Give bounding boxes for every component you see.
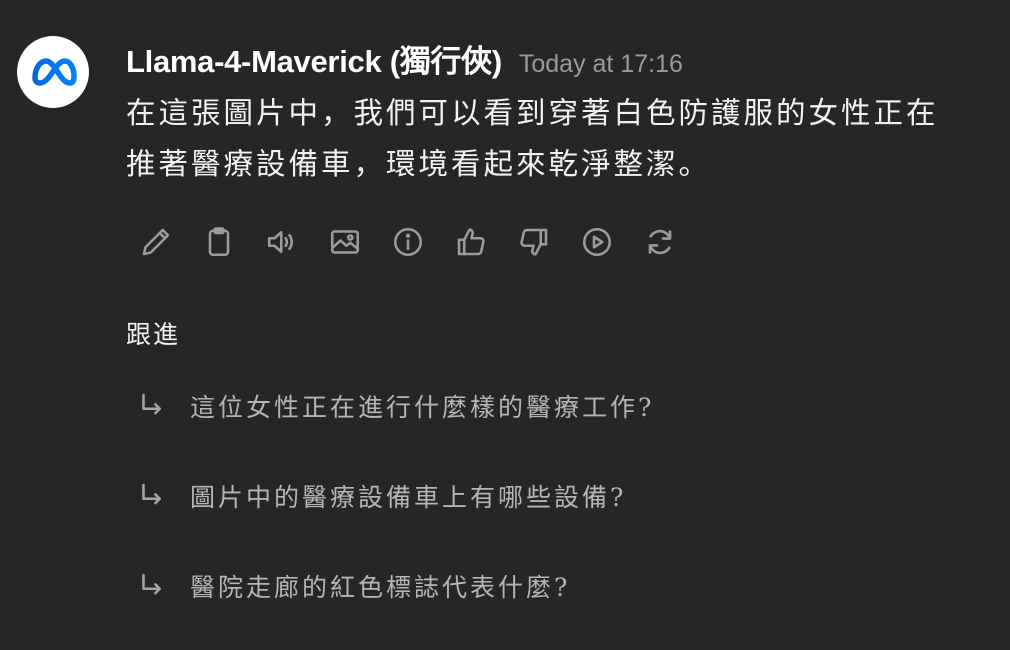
refresh-icon	[648, 229, 672, 255]
return-arrow-icon	[136, 390, 176, 422]
thumbs-up-icon	[457, 228, 485, 256]
continue-button[interactable]	[575, 220, 619, 264]
thumbs-up-button[interactable]	[449, 220, 493, 264]
copy-button[interactable]	[197, 220, 241, 264]
followup-text: 這位女性正在進行什麼樣的醫療工作?	[190, 393, 655, 422]
message-body: 在這張圖片中，我們可以看到穿著白色防護服的女性正在推著醫療設備車，環境看起來乾淨…	[126, 96, 939, 181]
thumbs-down-button[interactable]	[512, 220, 556, 264]
chat-message: Llama-4-Maverick (獨行俠) Today at 17:16 在這…	[0, 0, 1010, 650]
followup-suggestion[interactable]: 醫院走廊的紅色標誌代表什麼?	[136, 568, 570, 604]
speaker-icon	[267, 230, 294, 254]
regenerate-button[interactable]	[638, 220, 682, 264]
image-icon	[330, 230, 360, 254]
meta-logo-icon	[32, 58, 77, 86]
return-arrow-icon	[136, 570, 176, 602]
followup-suggestion[interactable]: 這位女性正在進行什麼樣的醫療工作?	[136, 388, 654, 424]
followup-suggestion[interactable]: 圖片中的醫療設備車上有哪些設備?	[136, 478, 626, 514]
return-arrow-icon	[136, 480, 176, 512]
message-header: Llama-4-Maverick (獨行俠) Today at 17:16	[126, 36, 683, 81]
info-button[interactable]	[386, 220, 430, 264]
followup-text: 圖片中的醫療設備車上有哪些設備?	[190, 483, 627, 512]
edit-button[interactable]	[134, 220, 178, 264]
model-avatar	[17, 36, 89, 108]
generate-image-button[interactable]	[323, 220, 367, 264]
pencil-icon	[142, 228, 170, 256]
read-aloud-button[interactable]	[260, 220, 304, 264]
message-actions	[134, 220, 701, 264]
clipboard-icon	[208, 227, 230, 257]
thumbs-down-icon	[520, 228, 548, 256]
followups-title: 跟進	[126, 320, 181, 349]
message-timestamp: Today at 17:16	[518, 50, 683, 78]
followup-text: 醫院走廊的紅色標誌代表什麼?	[190, 573, 571, 602]
model-name: Llama-4-Maverick (獨行俠)	[126, 44, 502, 79]
play-icon	[582, 227, 612, 257]
info-icon	[393, 227, 423, 257]
